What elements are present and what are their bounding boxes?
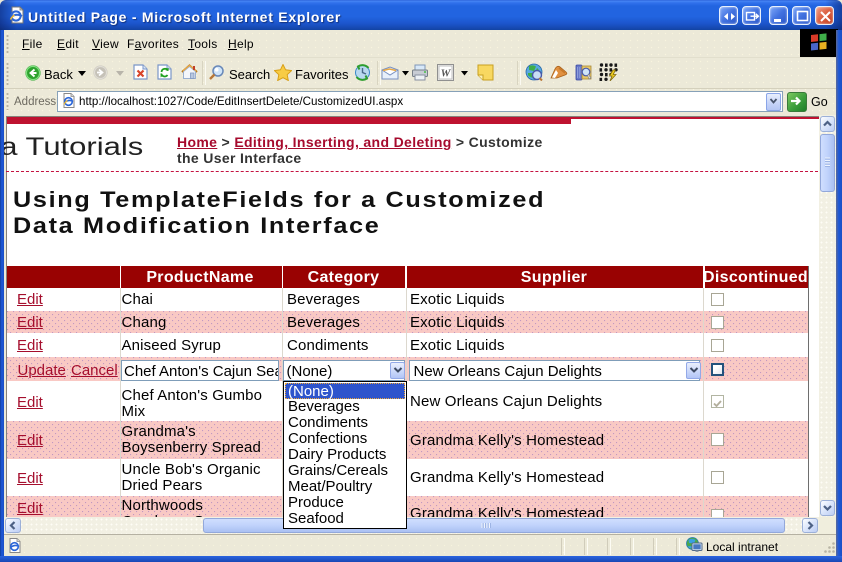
svg-text:W: W [441, 68, 452, 80]
